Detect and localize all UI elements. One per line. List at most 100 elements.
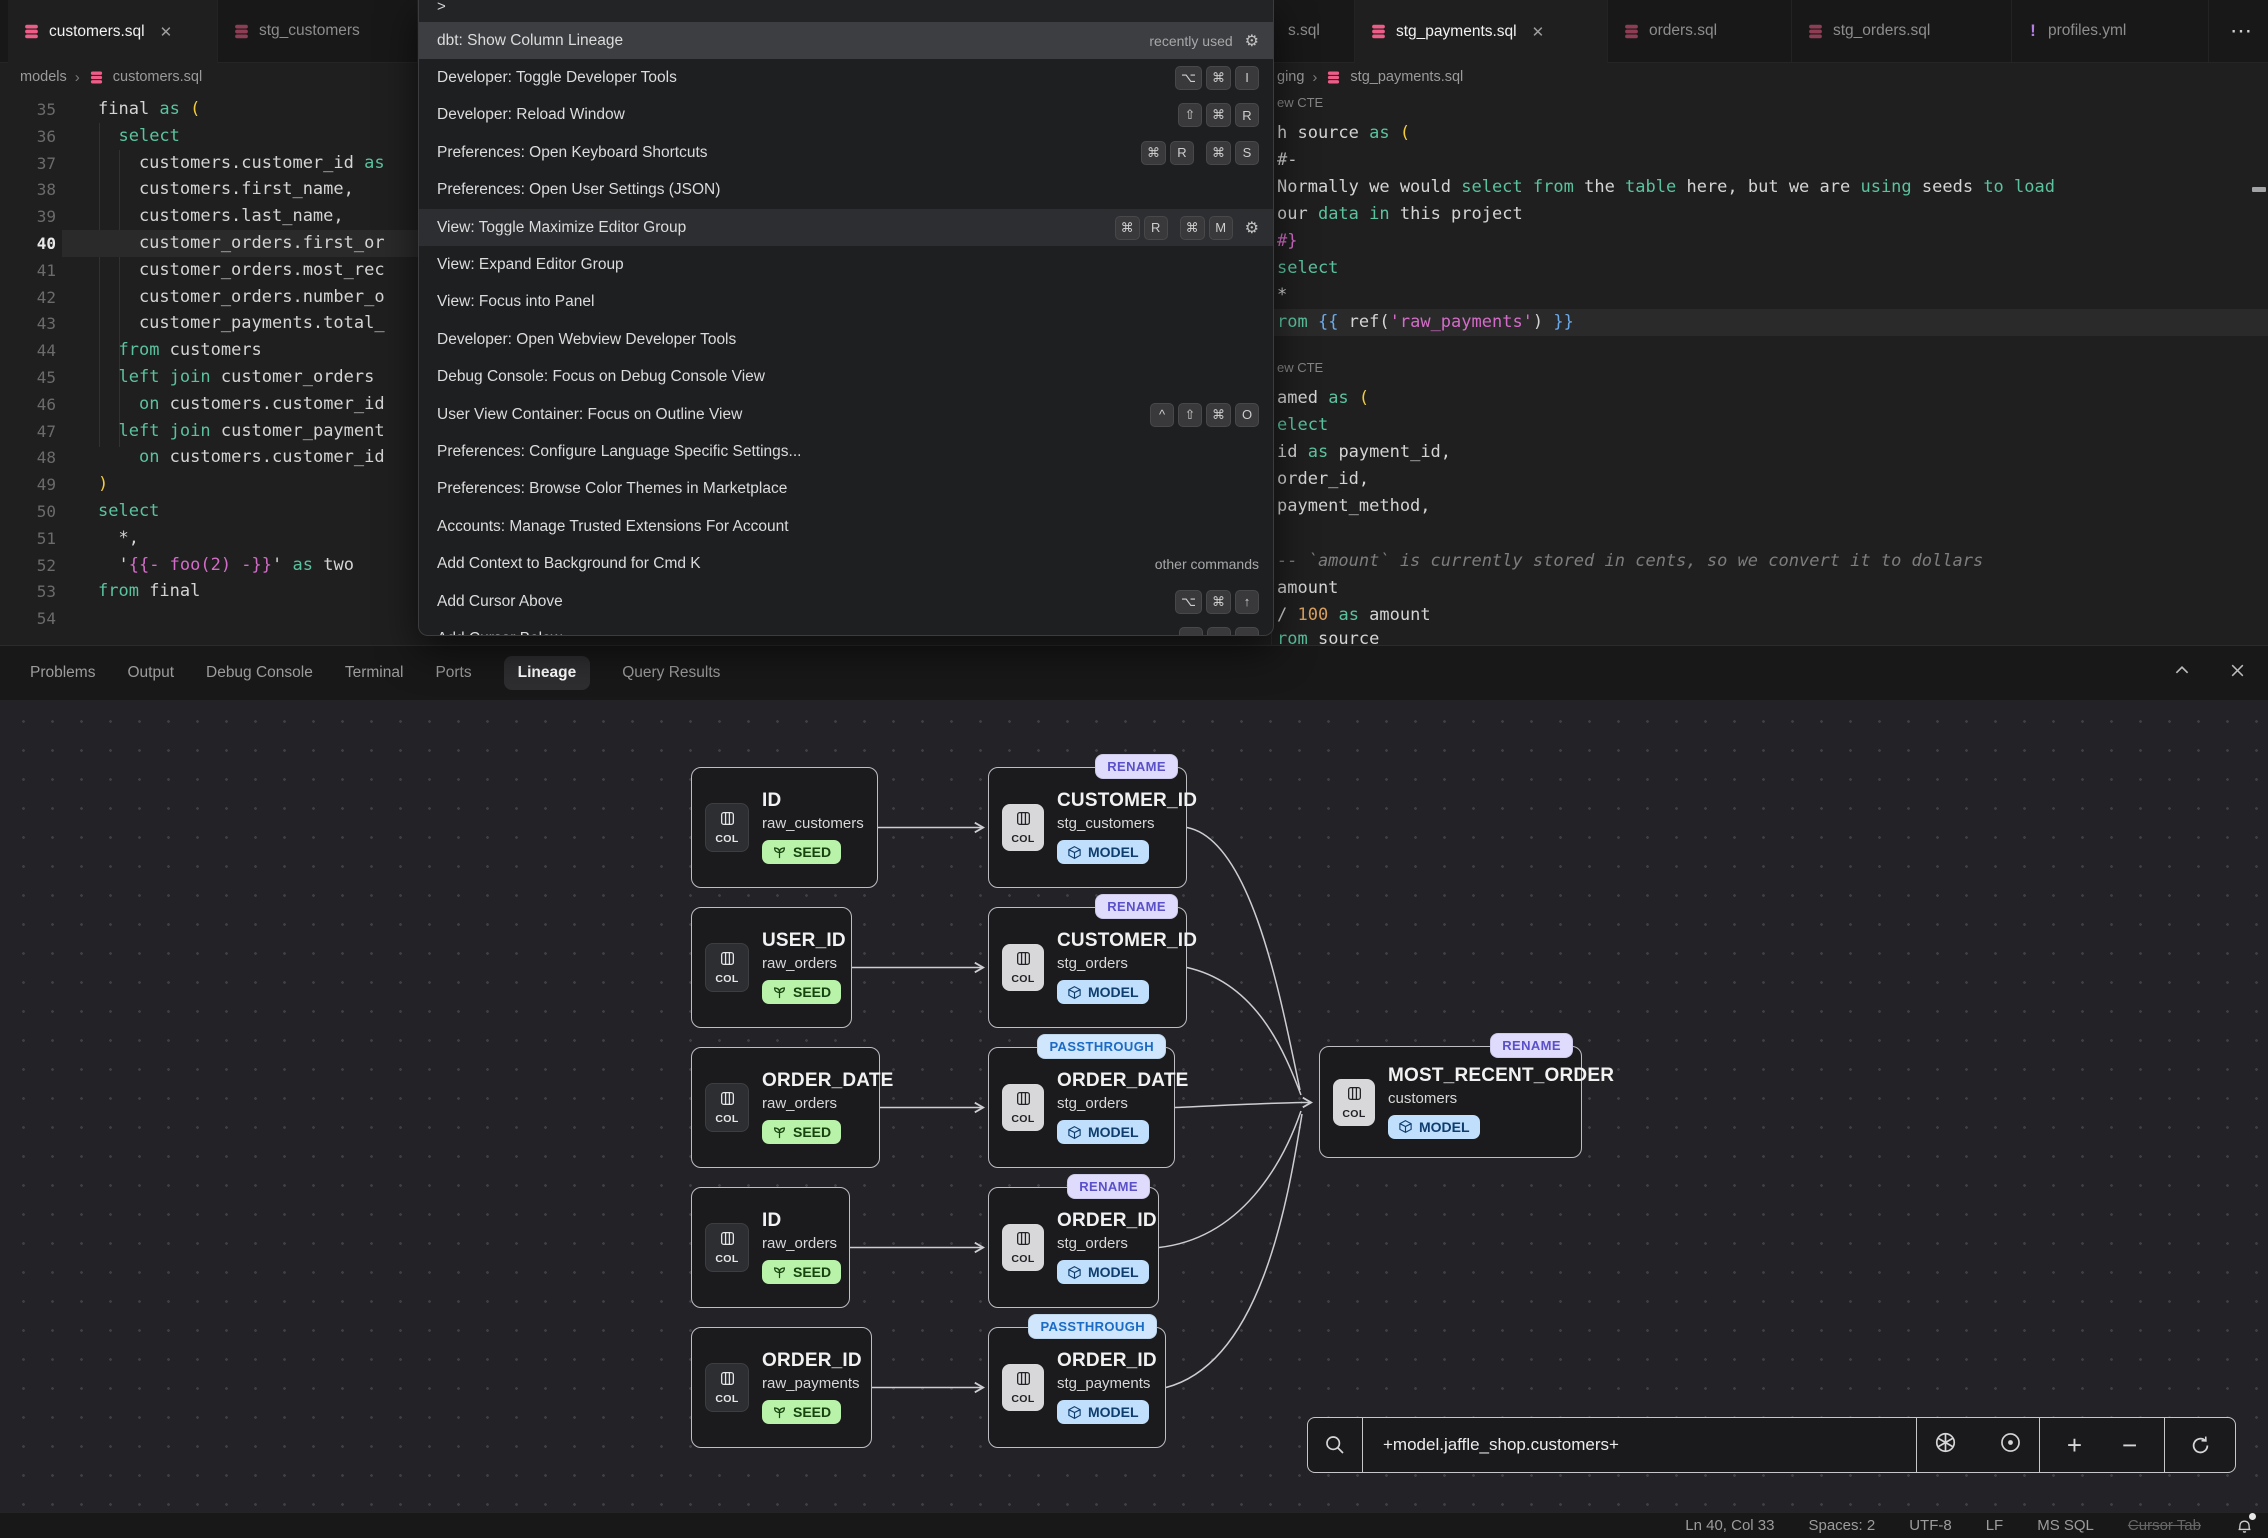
command-item-preferences-browse-color-themes-in-marketplace[interactable]: Preferences: Browse Color Themes in Mark… [419, 471, 1273, 508]
code-line[interactable]: Normally we would select from the table … [1277, 174, 2055, 201]
lineage-node-stg-orders-order-date[interactable]: PASSTHROUGHCOLORDER_DATEstg_ordersMODEL [988, 1047, 1175, 1168]
close-icon[interactable]: ✕ [1532, 23, 1545, 41]
lineage-node-stg-orders-customer-id[interactable]: RENAMECOLCUSTOMER_IDstg_ordersMODEL [988, 907, 1187, 1028]
panel-tab-lineage[interactable]: Lineage [504, 656, 591, 690]
command-item-dbt-show-column-lineage[interactable]: dbt: Show Column Lineagerecently used⚙ [419, 22, 1273, 59]
breadcrumb-item[interactable]: ging [1277, 69, 1304, 85]
tab-stg-orders-sql[interactable]: stg_orders.sql [1792, 0, 2012, 62]
lineage-node-raw-orders-order-date[interactable]: COLORDER_DATEraw_ordersSEED [691, 1047, 880, 1168]
zoom-in-button[interactable]: + [2067, 1432, 2082, 1458]
status-item-cursor-tab[interactable]: Cursor Tab [2128, 1517, 2201, 1534]
close-icon[interactable]: ✕ [160, 23, 173, 41]
breadcrumb-item[interactable]: stg_payments.sql [1350, 69, 1463, 85]
refresh-button[interactable] [2164, 1418, 2235, 1472]
panel-tab-debug-console[interactable]: Debug Console [206, 664, 313, 682]
lineage-node-stg-orders-order-id[interactable]: RENAMECOLORDER_IDstg_ordersMODEL [988, 1187, 1159, 1308]
lineage-node-raw-customers-id[interactable]: COLIDraw_customersSEED [691, 767, 878, 888]
command-item-preferences-open-keyboard-shortcuts[interactable]: Preferences: Open Keyboard Shortcuts⌘R⌘S [419, 134, 1273, 171]
command-item-add-cursor-below[interactable]: Add Cursor Below [419, 620, 1273, 636]
tab-customers-sql[interactable]: customers.sql✕ [8, 0, 218, 63]
command-item-view-expand-editor-group[interactable]: View: Expand Editor Group [419, 246, 1273, 283]
command-item-add-context-to-background-for-cmd-k[interactable]: Add Context to Background for Cmd Kother… [419, 546, 1273, 583]
status-item-utf-8[interactable]: UTF-8 [1909, 1517, 1952, 1534]
code-line[interactable]: select [1277, 255, 1338, 282]
command-item-view-toggle-maximize-editor-group[interactable]: View: Toggle Maximize Editor Group⌘R⌘M⚙ [419, 209, 1273, 246]
code-line[interactable]: our data in this project [1277, 201, 1523, 228]
codelens-label[interactable]: ew CTE [1277, 95, 1323, 110]
bell-icon[interactable] [2235, 1516, 2254, 1535]
panel-tab-ports[interactable]: Ports [435, 664, 471, 682]
passthrough-badge: PASSTHROUGH [1028, 1314, 1157, 1339]
code-line[interactable]: #- [1277, 147, 1297, 174]
code-line[interactable]: payment_method, [1277, 493, 1431, 520]
command-item-preferences-configure-language-specific-settings[interactable]: Preferences: Configure Language Specific… [419, 433, 1273, 470]
column-glyph [719, 1230, 736, 1252]
command-item-preferences-open-user-settings-json[interactable]: Preferences: Open User Settings (JSON) [419, 172, 1273, 209]
lineage-node-stg-payments-order-id[interactable]: PASSTHROUGHCOLORDER_IDstg_paymentsMODEL [988, 1327, 1166, 1448]
token: Normally we would [1277, 177, 1461, 197]
panel-tab-output[interactable]: Output [127, 664, 174, 682]
panel-tab-terminal[interactable]: Terminal [345, 664, 404, 682]
command-item-debug-console-focus-on-debug-console-view[interactable]: Debug Console: Focus on Debug Console Vi… [419, 359, 1273, 396]
code-editor-right[interactable]: ew CTEh source as (#-Normally we would s… [1272, 92, 2268, 645]
tab-stg-customers[interactable]: stg_customers [218, 0, 418, 62]
code-line[interactable]: rom source [1277, 626, 1379, 645]
code-line[interactable]: / 100 as amount [1277, 602, 1431, 629]
code-line[interactable]: rom {{ ref('raw_payments') }} [1277, 309, 1574, 336]
status-item-ms-sql[interactable]: MS SQL [2037, 1517, 2094, 1534]
status-item-ln-40-col-33[interactable]: Ln 40, Col 33 [1685, 1517, 1774, 1534]
focus-target-icon[interactable] [1998, 1430, 2023, 1460]
command-palette-input[interactable]: > [419, 0, 1273, 22]
scrollbar-cursor-mark[interactable] [2252, 187, 2266, 192]
breadcrumb-item[interactable]: models [20, 69, 67, 85]
lineage-canvas[interactable]: COLIDraw_customersSEED RENAMECOLCUSTOMER_… [0, 700, 2268, 1512]
code-line[interactable]: h source as ( [1277, 120, 1410, 147]
panel-close-icon[interactable] [2229, 662, 2246, 684]
lineage-node-stg-customers-customer-id[interactable]: RENAMECOLCUSTOMER_IDstg_customersMODEL [988, 767, 1187, 888]
code-line[interactable]: order_id, [1277, 466, 1369, 493]
code-line[interactable]: #} [1277, 228, 1297, 255]
node-table: raw_orders [762, 1235, 841, 1252]
line-content: '{{- foo(2) -}}' as two [98, 552, 354, 579]
tab-orders-sql[interactable]: orders.sql [1608, 0, 1792, 62]
status-item-spaces-2[interactable]: Spaces: 2 [1808, 1517, 1875, 1534]
column-icon: COL [705, 803, 749, 852]
tab-s-sql[interactable]: s.sql [1273, 0, 1355, 62]
command-item-add-cursor-above[interactable]: Add Cursor Above⌥⌘↑ [419, 583, 1273, 620]
codelens-label[interactable]: ew CTE [1277, 360, 1323, 375]
search-icon[interactable] [1308, 1418, 1362, 1472]
command-item-developer-reload-window[interactable]: Developer: Reload Window⇧⌘R [419, 97, 1273, 134]
code-line[interactable]: amount [1277, 575, 1338, 602]
lineage-node-raw-orders-id[interactable]: COLIDraw_ordersSEED [691, 1187, 850, 1308]
code-line[interactable]: * [1277, 282, 1287, 309]
panel-tab-query-results[interactable]: Query Results [622, 664, 720, 682]
node-title: MOST_RECENT_ORDER [1388, 1065, 1614, 1087]
panel-collapse-icon[interactable] [2173, 661, 2191, 684]
command-item-accounts-manage-trusted-extensions-for-account[interactable]: Accounts: Manage Trusted Extensions For … [419, 508, 1273, 545]
lineage-node-raw-payments-order-id[interactable]: COLORDER_IDraw_paymentsSEED [691, 1327, 872, 1448]
command-item-view-focus-into-panel[interactable]: View: Focus into Panel [419, 284, 1273, 321]
code-line[interactable]: amed as ( [1277, 385, 1369, 412]
token: ' [98, 555, 129, 575]
tab-profiles-yml[interactable]: !profiles.yml [2012, 0, 2209, 62]
code-line[interactable]: id as payment_id, [1277, 439, 1451, 466]
aperture-icon[interactable] [1933, 1430, 1958, 1460]
panel-tab-problems[interactable]: Problems [30, 664, 95, 682]
breadcrumb-item[interactable]: customers.sql [113, 69, 202, 85]
command-item-user-view-container-focus-on-outline-view[interactable]: User View Container: Focus on Outline Vi… [419, 396, 1273, 433]
tab-stg-payments-sql[interactable]: stg_payments.sql✕ [1355, 0, 1608, 63]
lineage-search-input[interactable] [1381, 1434, 1898, 1456]
gear-icon[interactable]: ⚙ [1245, 218, 1259, 238]
command-item-developer-open-webview-developer-tools[interactable]: Developer: Open Webview Developer Tools [419, 321, 1273, 358]
keybinding-key: ⌘ [1180, 216, 1205, 240]
lineage-node-raw-orders-user-id[interactable]: COLUSER_IDraw_ordersSEED [691, 907, 852, 1028]
token: customers.customer_id [159, 394, 384, 414]
gear-icon[interactable]: ⚙ [1245, 31, 1259, 51]
zoom-out-button[interactable]: − [2122, 1432, 2137, 1458]
command-item-developer-toggle-developer-tools[interactable]: Developer: Toggle Developer Tools⌥⌘I [419, 59, 1273, 96]
lineage-node-customers-most-recent-order[interactable]: RENAMECOLMOST_RECENT_ORDERcustomersMODEL [1319, 1046, 1582, 1158]
code-line[interactable]: -- `amount` is currently stored in cents… [1277, 548, 1983, 575]
status-item-lf[interactable]: LF [1986, 1517, 2004, 1534]
code-line[interactable]: elect [1277, 412, 1328, 439]
more-actions-icon[interactable]: ⋯ [2230, 0, 2254, 62]
